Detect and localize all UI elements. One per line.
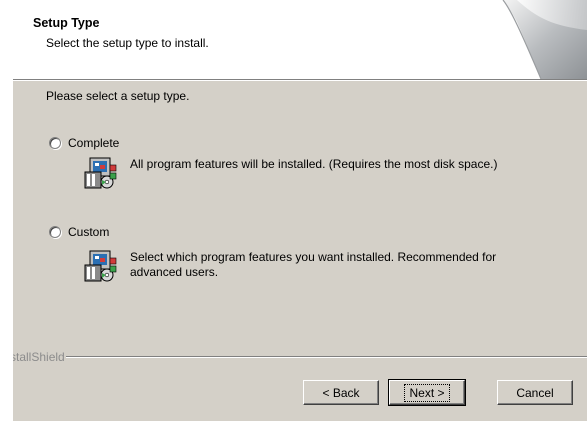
setup-computer-icon	[84, 250, 117, 282]
back-button-label: < Back	[322, 385, 360, 400]
complete-radio[interactable]	[49, 137, 61, 149]
header-banner: Setup Type Select the setup type to inst…	[13, 0, 587, 79]
setup-dialog: Setup Type Select the setup type to inst…	[13, 0, 587, 421]
back-button[interactable]: < Back	[303, 380, 379, 405]
complete-label: Complete	[68, 136, 120, 150]
cancel-button[interactable]: Cancel	[497, 380, 573, 405]
page-subtitle: Select the setup type to install.	[46, 36, 209, 50]
setup-computer-icon	[84, 157, 117, 189]
setup-prompt: Please select a setup type.	[46, 89, 190, 103]
footer-divider	[66, 356, 587, 358]
banner-divider	[13, 79, 587, 81]
option-custom[interactable]: Custom	[49, 225, 109, 239]
cancel-button-label: Cancel	[516, 385, 554, 400]
page-curl-graphic	[502, 0, 587, 79]
next-button-label: Next >	[404, 383, 450, 402]
option-complete[interactable]: Complete	[49, 136, 119, 150]
custom-radio[interactable]	[49, 226, 61, 238]
installshield-brand: InstallShield	[13, 350, 65, 364]
complete-description: All program features will be installed. …	[130, 157, 498, 171]
page-title: Setup Type	[33, 16, 100, 30]
custom-label: Custom	[68, 225, 110, 239]
custom-description: Select which program features you want i…	[130, 250, 497, 279]
next-button[interactable]: Next >	[388, 379, 466, 406]
